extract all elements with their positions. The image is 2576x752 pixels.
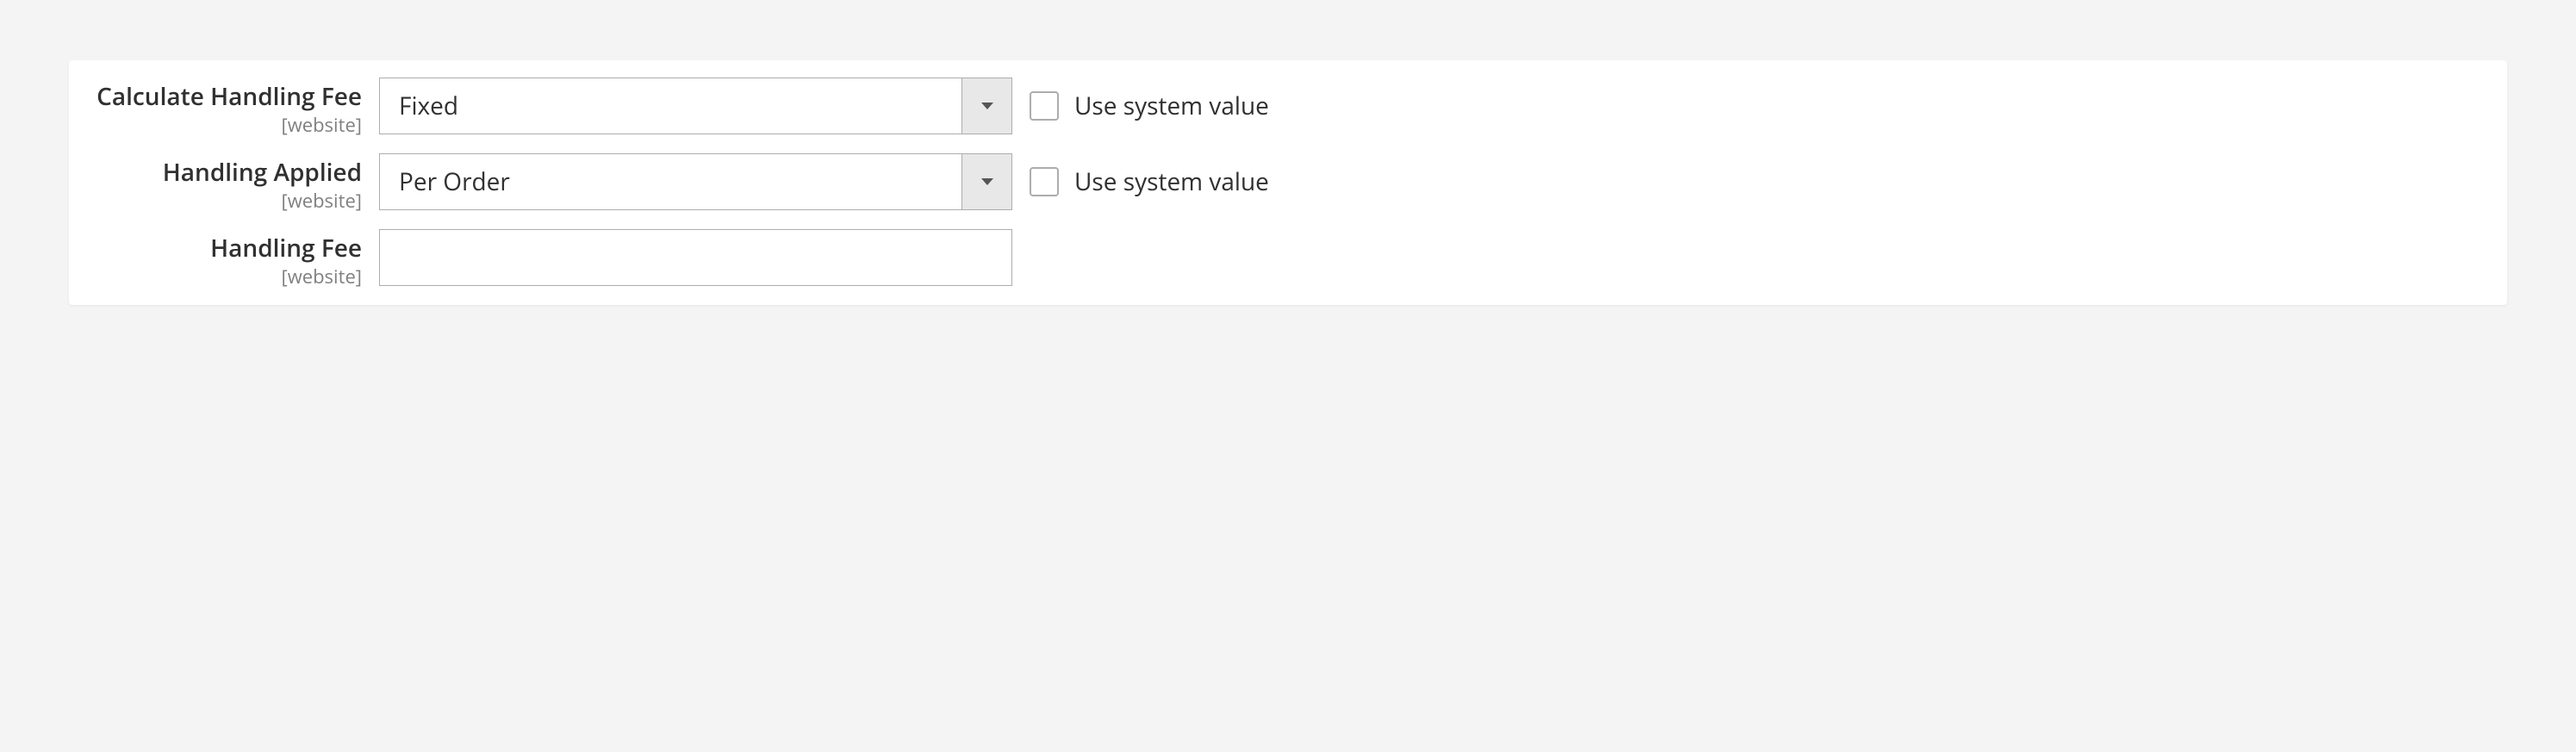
use-system-label: Use system value <box>1074 165 1269 198</box>
input-col: Per Order <box>379 153 1012 210</box>
calculate-handling-fee-select[interactable]: Fixed <box>379 78 1012 134</box>
row-handling-applied: Handling Applied [website] Per Order Use… <box>69 136 2507 212</box>
label-col: Handling Applied [website] <box>78 153 362 212</box>
dropdown-arrow-icon <box>961 154 1011 209</box>
field-scope: [website] <box>78 265 362 288</box>
label-col: Handling Fee [website] <box>78 229 362 288</box>
input-col: Fixed <box>379 78 1012 134</box>
row-handling-fee: Handling Fee [website] <box>69 212 2507 288</box>
field-scope: [website] <box>78 114 362 136</box>
config-panel: Calculate Handling Fee [website] Fixed U… <box>69 60 2507 305</box>
handling-applied-select[interactable]: Per Order <box>379 153 1012 210</box>
select-value: Per Order <box>380 165 961 198</box>
use-system-col: Use system value <box>1030 153 1269 198</box>
handling-fee-input[interactable] <box>379 229 1012 286</box>
use-system-label: Use system value <box>1074 90 1269 122</box>
row-calculate-handling-fee: Calculate Handling Fee [website] Fixed U… <box>69 60 2507 136</box>
use-system-col: Use system value <box>1030 78 1269 122</box>
use-system-checkbox-applied[interactable] <box>1030 167 1059 196</box>
input-col <box>379 229 1012 286</box>
field-label: Handling Fee <box>78 234 362 264</box>
label-col: Calculate Handling Fee [website] <box>78 78 362 136</box>
use-system-checkbox-calculate[interactable] <box>1030 91 1059 121</box>
field-label: Calculate Handling Fee <box>78 83 362 112</box>
field-label: Handling Applied <box>78 158 362 188</box>
dropdown-arrow-icon <box>961 78 1011 134</box>
field-scope: [website] <box>78 190 362 212</box>
select-value: Fixed <box>380 90 961 122</box>
